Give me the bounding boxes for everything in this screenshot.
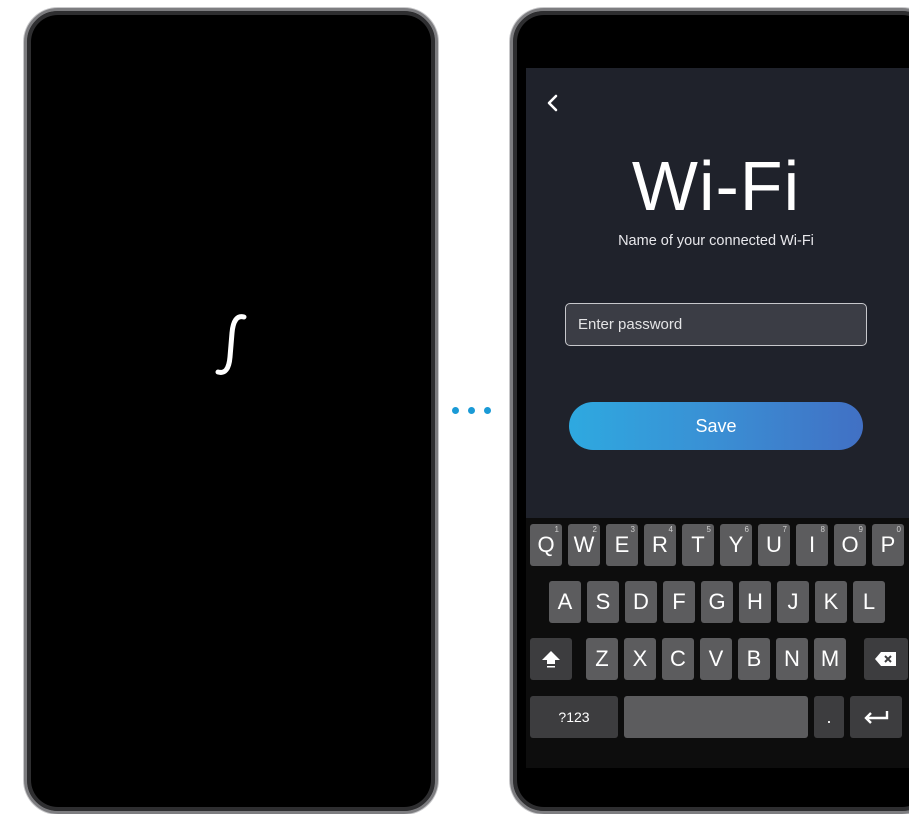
period-key-label: . xyxy=(826,706,832,727)
enter-key[interactable] xyxy=(850,696,902,738)
key-x[interactable]: X xyxy=(624,638,656,680)
symbols-key[interactable]: ?123 xyxy=(530,696,618,738)
key-s[interactable]: S xyxy=(587,581,619,623)
key-label: Q xyxy=(537,532,555,557)
key-c[interactable]: C xyxy=(662,638,694,680)
key-z[interactable]: Z xyxy=(586,638,618,680)
key-number-hint: 7 xyxy=(782,525,787,534)
key-number-hint: 2 xyxy=(592,525,597,534)
enter-return-icon xyxy=(864,711,889,724)
right-phone-frame: Wi-Fi Name of your connected Wi-Fi Save … xyxy=(510,8,909,814)
key-label: C xyxy=(670,646,686,671)
key-t[interactable]: T5 xyxy=(682,524,714,566)
period-key[interactable]: . xyxy=(814,696,844,738)
shift-arrow-icon xyxy=(542,651,560,668)
wifi-screen: Wi-Fi Name of your connected Wi-Fi Save … xyxy=(526,68,909,768)
dot xyxy=(484,407,491,414)
key-label: M xyxy=(820,646,840,671)
key-label: W xyxy=(573,532,595,557)
key-e[interactable]: E3 xyxy=(606,524,638,566)
key-label: J xyxy=(787,589,799,614)
key-label: P xyxy=(880,532,896,557)
key-d[interactable]: D xyxy=(625,581,657,623)
backspace-key[interactable] xyxy=(864,638,908,680)
key-w[interactable]: W2 xyxy=(568,524,600,566)
chevron-left-icon[interactable] xyxy=(544,92,562,114)
backspace-icon xyxy=(875,652,896,666)
key-l[interactable]: L xyxy=(853,581,885,623)
key-number-hint: 6 xyxy=(744,525,749,534)
key-number-hint: 3 xyxy=(630,525,635,534)
key-n[interactable]: N xyxy=(776,638,808,680)
key-label: V xyxy=(708,646,724,671)
key-j[interactable]: J xyxy=(777,581,809,623)
password-input[interactable] xyxy=(565,303,867,346)
key-number-hint: 8 xyxy=(820,525,825,534)
key-f[interactable]: F xyxy=(663,581,695,623)
key-label: N xyxy=(784,646,800,671)
key-g[interactable]: G xyxy=(701,581,733,623)
key-label: Z xyxy=(595,646,609,671)
space-key[interactable] xyxy=(624,696,808,738)
key-label: Y xyxy=(728,532,744,557)
key-label: S xyxy=(595,589,611,614)
key-y[interactable]: Y6 xyxy=(720,524,752,566)
key-b[interactable]: B xyxy=(738,638,770,680)
key-m[interactable]: M xyxy=(814,638,846,680)
key-p[interactable]: P0 xyxy=(872,524,904,566)
key-label: K xyxy=(823,589,839,614)
key-o[interactable]: O9 xyxy=(834,524,866,566)
integral-s-logo-icon xyxy=(215,314,247,375)
key-label: G xyxy=(708,589,726,614)
key-label: F xyxy=(672,589,686,614)
key-a[interactable]: A xyxy=(549,581,581,623)
key-label: A xyxy=(557,589,573,614)
key-label: T xyxy=(691,532,705,557)
key-number-hint: 5 xyxy=(706,525,711,534)
key-number-hint: 4 xyxy=(668,525,673,534)
key-label: O xyxy=(841,532,859,557)
key-i[interactable]: I8 xyxy=(796,524,828,566)
key-r[interactable]: R4 xyxy=(644,524,676,566)
key-label: X xyxy=(632,646,648,671)
ellipsis-dots-icon xyxy=(452,407,491,414)
key-q[interactable]: Q1 xyxy=(530,524,562,566)
symbols-key-label: ?123 xyxy=(558,709,590,725)
left-phone-frame xyxy=(24,8,438,814)
key-number-hint: 0 xyxy=(896,525,901,534)
save-button[interactable]: Save xyxy=(569,402,863,450)
on-screen-keyboard: ?123 . Q1W2E3R4T5Y6U7I8O9P0ASDFGHJKLZXCV… xyxy=(526,518,909,768)
key-h[interactable]: H xyxy=(739,581,771,623)
key-u[interactable]: U7 xyxy=(758,524,790,566)
key-label: R xyxy=(652,532,668,557)
key-label: D xyxy=(633,589,649,614)
key-label: L xyxy=(862,589,876,614)
page-title: Wi-Fi xyxy=(631,147,801,225)
page-subtitle: Name of your connected Wi-Fi xyxy=(618,233,814,249)
shift-key[interactable] xyxy=(530,638,572,680)
key-k[interactable]: K xyxy=(815,581,847,623)
key-number-hint: 9 xyxy=(858,525,863,534)
key-label: H xyxy=(747,589,763,614)
dot xyxy=(452,407,459,414)
key-label: U xyxy=(766,532,782,557)
dot xyxy=(468,407,475,414)
key-number-hint: 1 xyxy=(554,525,559,534)
key-label: E xyxy=(614,532,630,557)
key-label: B xyxy=(746,646,762,671)
key-label: I xyxy=(808,532,816,557)
key-v[interactable]: V xyxy=(700,638,732,680)
